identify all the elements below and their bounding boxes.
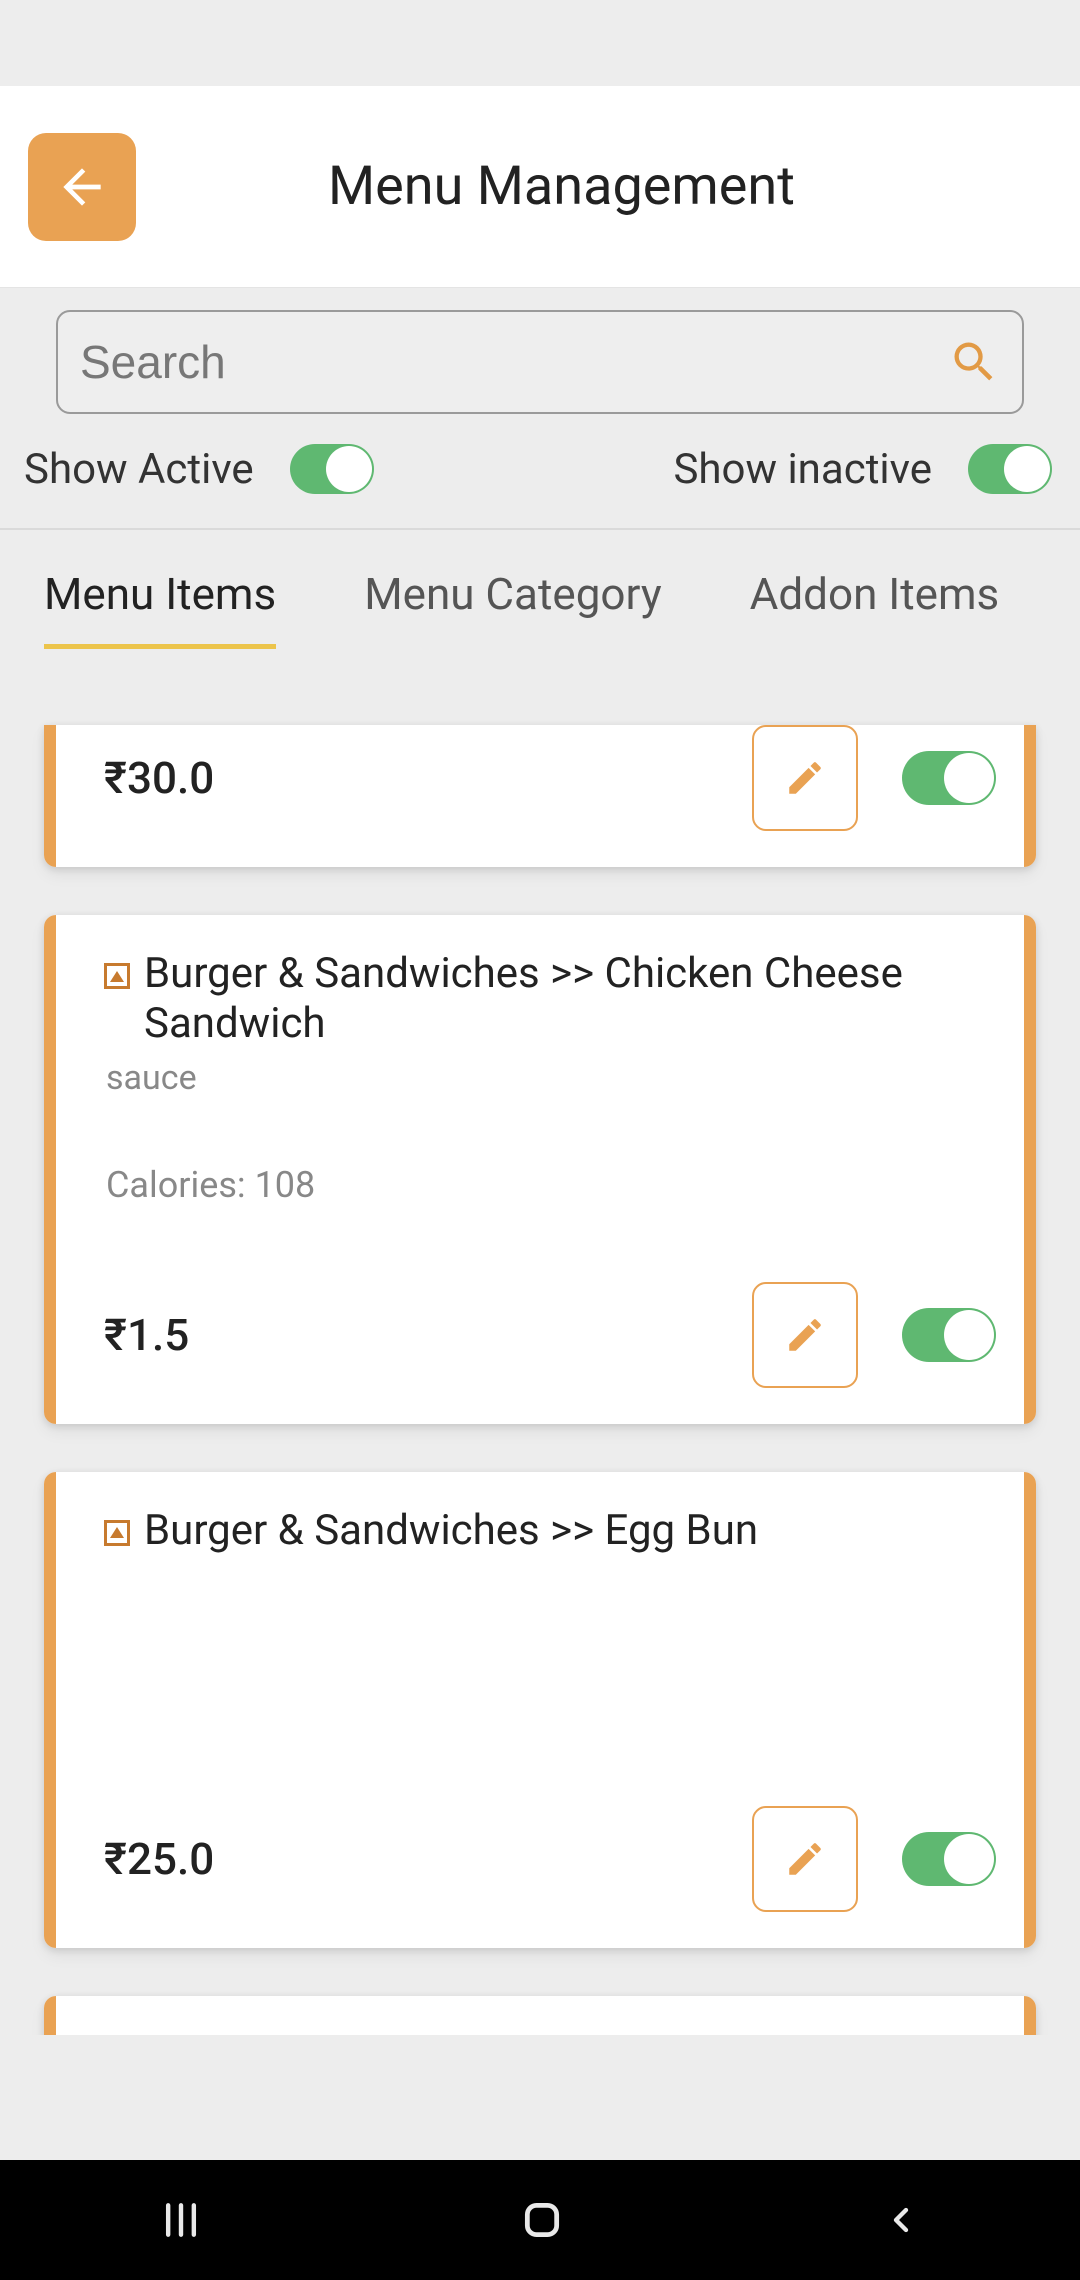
item-subtitle: sauce bbox=[104, 1058, 996, 1098]
item-price: ₹25.0 bbox=[104, 1833, 214, 1885]
header: Menu Management bbox=[0, 86, 1080, 288]
filter-active: Show Active bbox=[24, 444, 374, 494]
search-icon bbox=[948, 336, 1000, 388]
pencil-icon bbox=[784, 1838, 826, 1880]
pencil-icon bbox=[784, 757, 826, 799]
home-icon[interactable] bbox=[520, 2198, 564, 2242]
edit-button[interactable] bbox=[752, 1282, 858, 1388]
search-box[interactable] bbox=[56, 310, 1024, 414]
system-nav-bar bbox=[0, 2160, 1080, 2280]
item-title: Burger & Sandwiches >> Egg Club Sandwich… bbox=[144, 2030, 996, 2035]
tab-addon-items[interactable]: Addon Items bbox=[750, 568, 1000, 649]
toggle-show-inactive[interactable] bbox=[968, 444, 1052, 494]
item-price: ₹1.5 bbox=[104, 1309, 189, 1361]
item-active-toggle[interactable] bbox=[902, 751, 996, 805]
toggle-show-active[interactable] bbox=[290, 444, 374, 494]
menu-item-card: Burger & Sandwiches >> Chicken Cheese Sa… bbox=[44, 915, 1036, 1424]
nonveg-indicator-icon bbox=[104, 1520, 130, 1546]
page-title: Menu Management bbox=[328, 155, 795, 218]
status-bar bbox=[0, 0, 1080, 86]
item-calories: Calories: 108 bbox=[104, 1164, 996, 1206]
filter-inactive: Show inactive bbox=[673, 444, 1052, 494]
item-title: Burger & Sandwiches >> Egg Bun bbox=[144, 1506, 758, 1556]
back-icon[interactable] bbox=[881, 2200, 921, 2240]
pencil-icon bbox=[784, 1314, 826, 1356]
edit-button[interactable] bbox=[752, 1806, 858, 1912]
recents-icon[interactable] bbox=[159, 2198, 203, 2242]
item-active-toggle[interactable] bbox=[902, 1308, 996, 1362]
menu-item-card: Burger & Sandwiches >> Egg Bun ₹25.0 bbox=[44, 1472, 1036, 1948]
search-input[interactable] bbox=[80, 335, 948, 389]
menu-item-card: ₹30.0 bbox=[44, 725, 1036, 867]
edit-button[interactable] bbox=[752, 725, 858, 831]
item-price: ₹30.0 bbox=[104, 752, 214, 804]
tab-menu-items[interactable]: Menu Items bbox=[44, 568, 276, 649]
arrow-left-icon bbox=[54, 159, 110, 215]
back-button[interactable] bbox=[28, 133, 136, 241]
filter-row: Show Active Show inactive bbox=[0, 426, 1080, 530]
tab-menu-category[interactable]: Menu Category bbox=[364, 568, 661, 649]
tab-bar: Menu Items Menu Category Addon Items C bbox=[0, 530, 1080, 649]
item-active-toggle[interactable] bbox=[902, 1832, 996, 1886]
item-title: Burger & Sandwiches >> Chicken Cheese Sa… bbox=[144, 949, 996, 1050]
item-list[interactable]: ₹30.0 Burger & Sandwiches >> Chicken Che… bbox=[0, 649, 1080, 2035]
menu-item-card: Burger & Sandwiches >> Egg Club Sandwich… bbox=[44, 1996, 1036, 2035]
filter-active-label: Show Active bbox=[24, 445, 254, 494]
search-container bbox=[0, 288, 1080, 426]
filter-inactive-label: Show inactive bbox=[673, 445, 932, 494]
nonveg-indicator-icon bbox=[104, 963, 130, 989]
